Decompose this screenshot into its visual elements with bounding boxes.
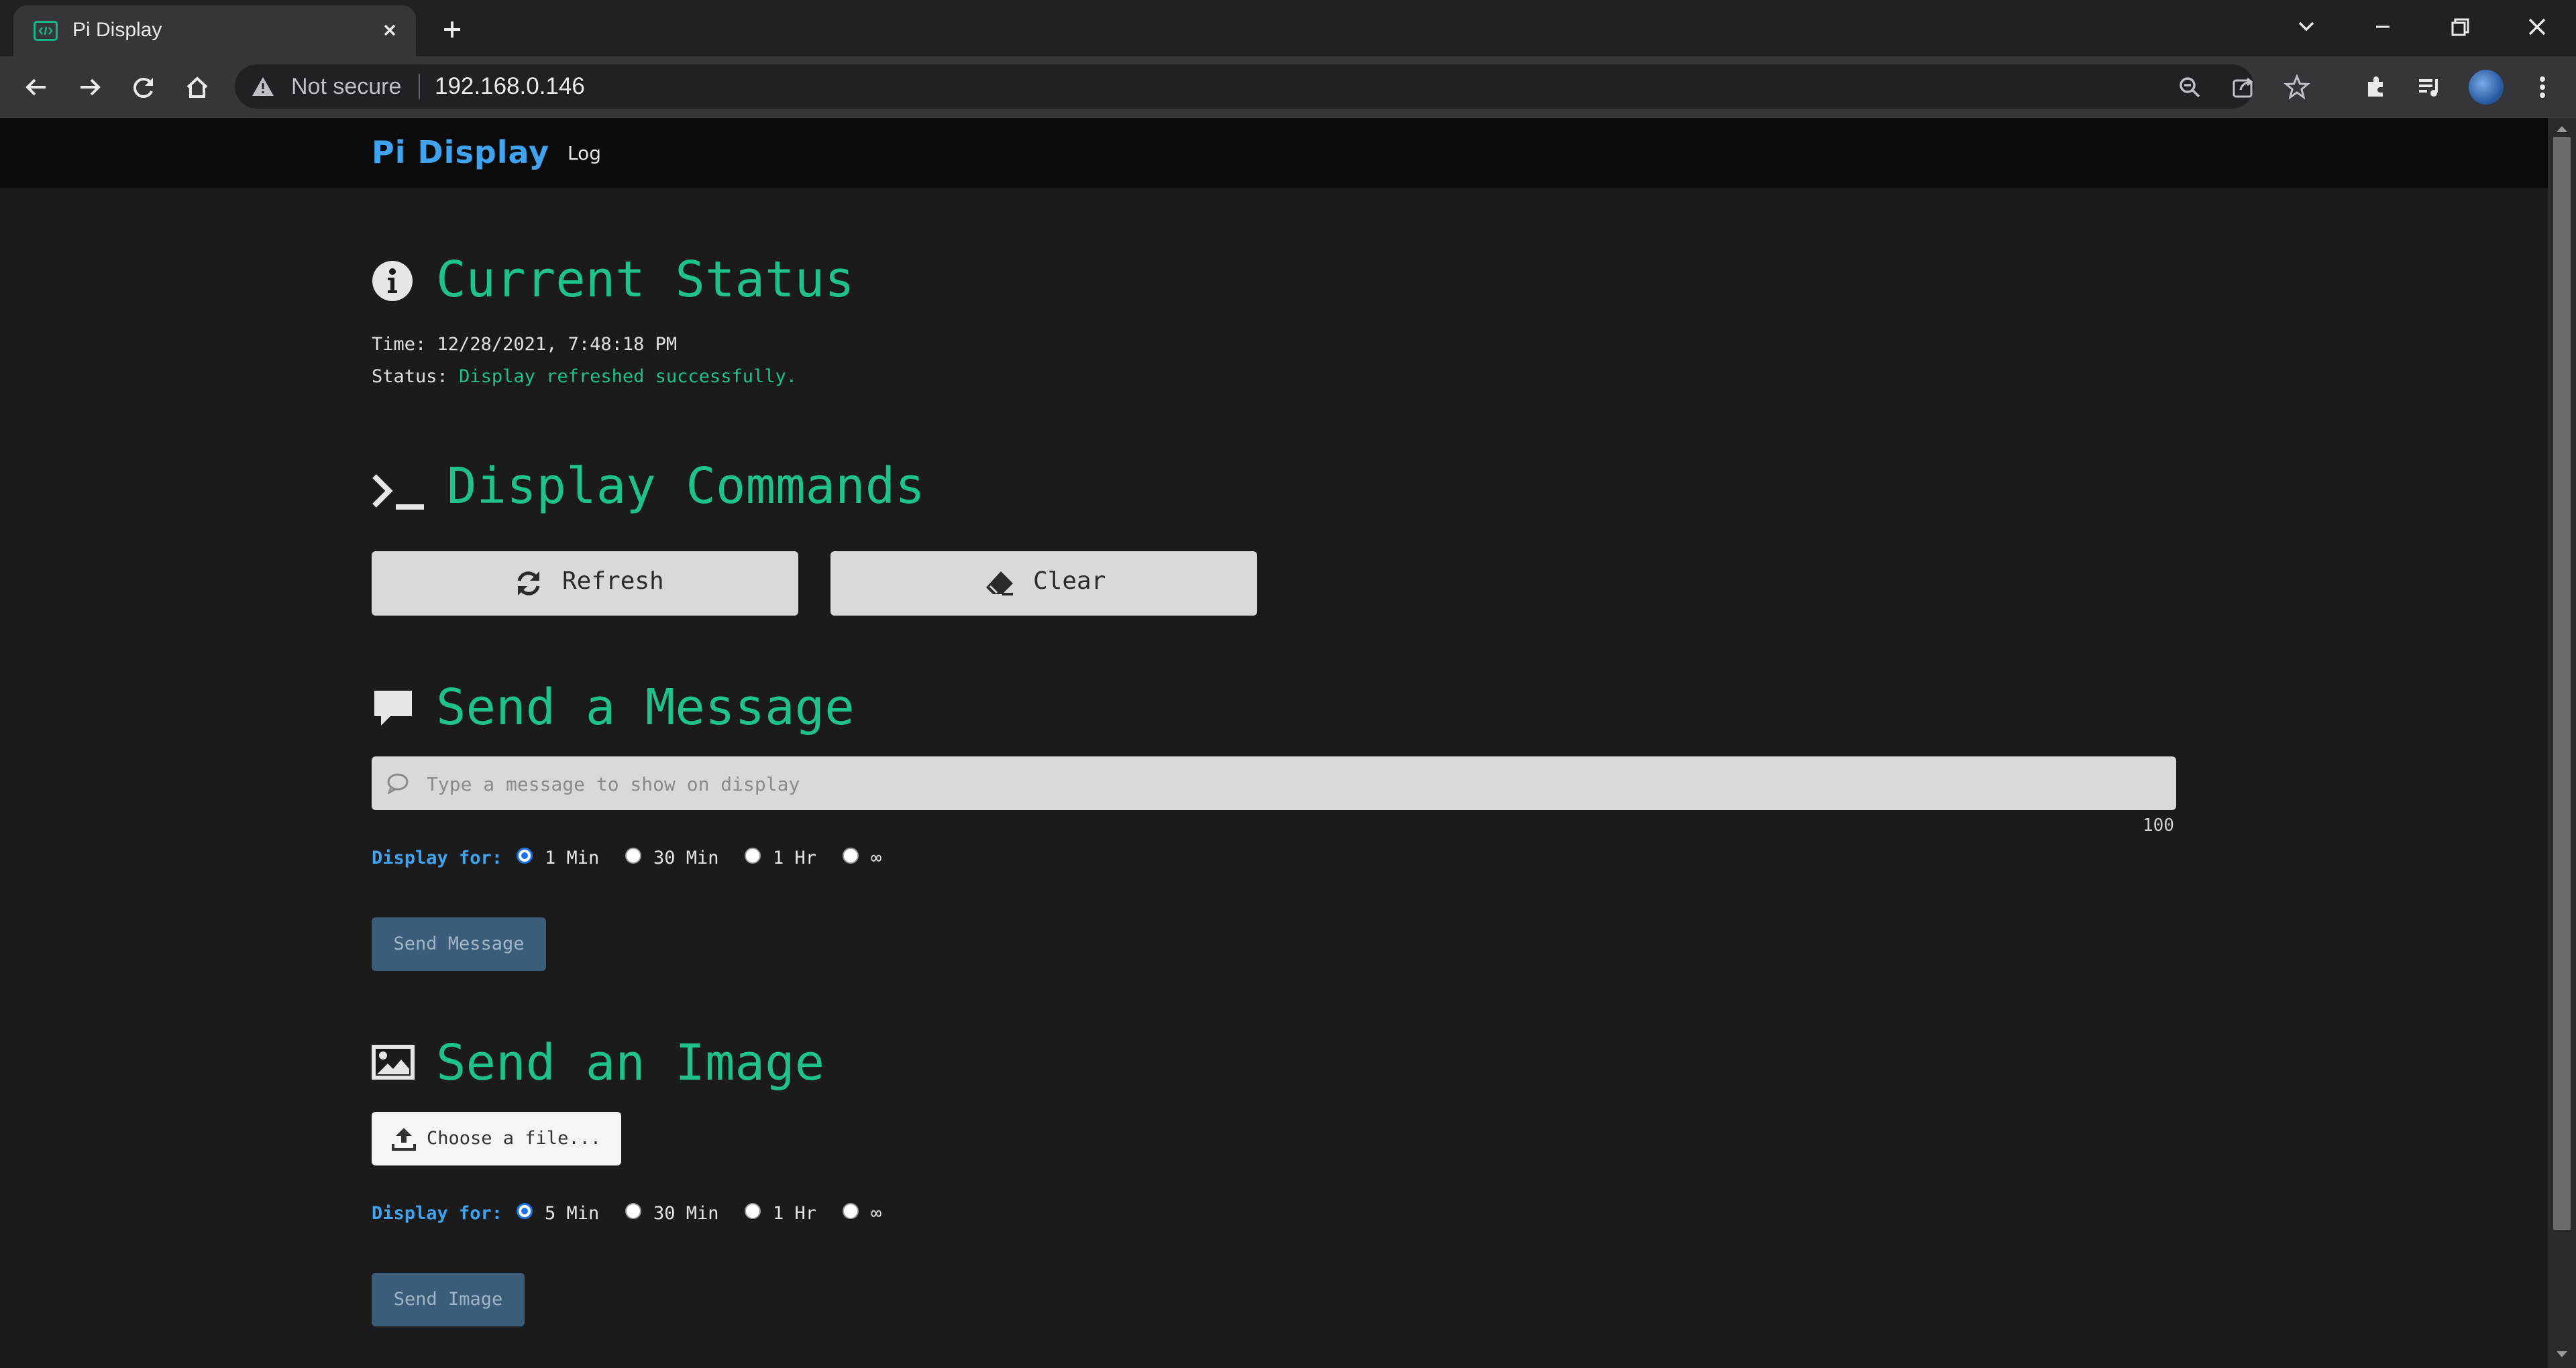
- clear-button[interactable]: Clear: [830, 551, 1257, 616]
- nav-link-log[interactable]: Log: [568, 142, 601, 164]
- radio-label-30-min[interactable]: 30 Min: [653, 848, 719, 868]
- tab-search-chevron-icon[interactable]: [2288, 11, 2325, 43]
- refresh-icon: [514, 569, 543, 604]
- page-scrollbar[interactable]: [2548, 118, 2576, 1368]
- profile-avatar[interactable]: [2469, 70, 2504, 105]
- status-title: Current Status: [436, 251, 855, 308]
- tab-title: Pi Display: [72, 19, 162, 41]
- radio-label-1-hr[interactable]: 1 Hr: [773, 1203, 816, 1224]
- status-value: Display refreshed successfully.: [459, 366, 797, 387]
- commands-title: Display Commands: [447, 457, 925, 515]
- radio-1-hr[interactable]: [745, 1203, 761, 1219]
- scrollbar-thumb[interactable]: [2553, 137, 2571, 1230]
- more-menu-icon[interactable]: [2526, 71, 2559, 103]
- extensions-puzzle-icon[interactable]: [2360, 71, 2392, 103]
- time-label: Time:: [372, 334, 427, 355]
- terminal-icon: [372, 472, 427, 516]
- page-viewport: Pi Display Log Current Status Time: 12/2…: [0, 118, 2548, 1368]
- not-secure-label[interactable]: Not secure: [291, 74, 401, 100]
- send-message-button[interactable]: Send Message: [372, 917, 546, 971]
- info-circle-icon: [372, 260, 413, 304]
- display-for-label: Display for:: [372, 1203, 503, 1224]
- radio-label-infinite[interactable]: ∞: [871, 1203, 881, 1224]
- radio-infinite[interactable]: [843, 1203, 859, 1219]
- time-line: Time: 12/28/2021, 7:48:18 PM: [372, 334, 677, 355]
- forward-arrow-icon[interactable]: [74, 71, 106, 103]
- brand-logo[interactable]: Pi Display: [372, 134, 549, 170]
- message-input[interactable]: [425, 766, 2159, 802]
- radio-30-min[interactable]: [625, 1203, 641, 1219]
- bookmark-star-icon[interactable]: [2284, 74, 2310, 101]
- choose-file-label: Choose a file...: [427, 1128, 602, 1149]
- display-for-label: Display for:: [372, 848, 503, 868]
- comment-icon: [386, 773, 409, 797]
- site-navbar: Pi Display Log: [0, 118, 2548, 188]
- tab-close-icon[interactable]: [376, 16, 404, 44]
- radio-30-min[interactable]: [625, 848, 641, 864]
- radio-1-hr[interactable]: [745, 848, 761, 864]
- message-bubble-icon: [372, 687, 415, 732]
- new-tab-icon[interactable]: [436, 13, 468, 46]
- radio-infinite[interactable]: [843, 848, 859, 864]
- radio-1-min[interactable]: [517, 848, 533, 864]
- refresh-button[interactable]: Refresh: [372, 551, 798, 616]
- time-value: 12/28/2021, 7:48:18 PM: [437, 334, 678, 355]
- send-image-button[interactable]: Send Image: [372, 1273, 525, 1326]
- omnibox-divider: [419, 74, 420, 99]
- radio-5-min[interactable]: [517, 1203, 533, 1219]
- reload-icon[interactable]: [127, 71, 160, 103]
- browser-toolbar: Not secure 192.168.0.146: [0, 56, 2576, 118]
- close-window-icon[interactable]: [2518, 11, 2556, 43]
- message-field[interactable]: [372, 756, 2176, 810]
- radio-label-5-min[interactable]: 5 Min: [545, 1203, 599, 1224]
- address-bar[interactable]: Not secure 192.168.0.146: [235, 64, 2310, 109]
- radio-label-infinite[interactable]: ∞: [871, 848, 881, 868]
- scroll-up-arrow-icon[interactable]: [2555, 123, 2569, 133]
- scroll-down-arrow-icon[interactable]: [2555, 1349, 2569, 1359]
- warning-icon[interactable]: [251, 75, 275, 101]
- home-icon[interactable]: [181, 71, 213, 103]
- eraser-icon: [985, 569, 1014, 604]
- browser-tab[interactable]: Pi Display: [13, 5, 416, 56]
- back-arrow-icon[interactable]: [20, 71, 52, 103]
- media-queue-icon[interactable]: [2414, 71, 2446, 103]
- status-line: Status: Display refreshed successfully.: [372, 366, 797, 387]
- url-text[interactable]: 192.168.0.146: [435, 73, 585, 100]
- radio-label-1-hr[interactable]: 1 Hr: [773, 848, 816, 868]
- browser-tabstrip: Pi Display: [0, 0, 2576, 56]
- refresh-label: Refresh: [562, 567, 664, 595]
- clear-label: Clear: [1033, 567, 1106, 595]
- restore-icon[interactable]: [2440, 11, 2478, 43]
- image-icon: [372, 1045, 415, 1082]
- share-icon[interactable]: [2230, 74, 2257, 101]
- zoom-icon[interactable]: [2176, 74, 2203, 101]
- radio-label-1-min[interactable]: 1 Min: [545, 848, 599, 868]
- minimize-icon[interactable]: [2364, 11, 2402, 43]
- code-favicon-icon: [34, 21, 58, 41]
- upload-icon: [392, 1127, 416, 1155]
- char-counter: 100: [2143, 815, 2174, 836]
- message-title: Send a Message: [436, 679, 855, 736]
- choose-file-button[interactable]: Choose a file...: [372, 1112, 621, 1165]
- image-title: Send an Image: [436, 1034, 825, 1092]
- radio-label-30-min[interactable]: 30 Min: [653, 1203, 719, 1224]
- status-label: Status:: [372, 366, 448, 387]
